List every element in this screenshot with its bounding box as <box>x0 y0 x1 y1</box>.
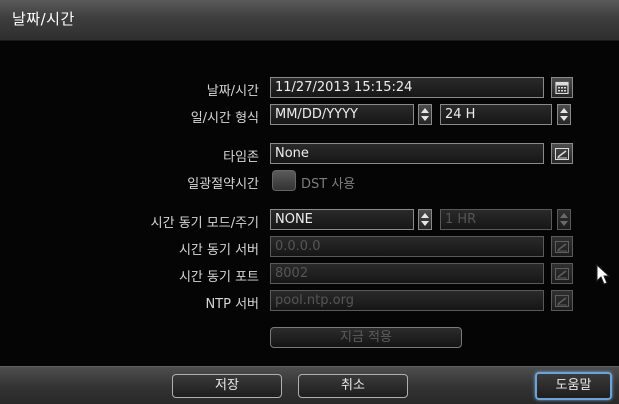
sync-server-label: 시간 동기 서버 <box>178 243 259 258</box>
sync-period-select[interactable]: 1 HR <box>440 209 552 230</box>
help-button[interactable]: 도움말 <box>535 372 612 400</box>
edit-icon <box>555 294 569 307</box>
datetime-dialog: 날짜/시간 날짜/시간 11/27/2013 15:15:24 일/시간 형식 … <box>0 0 619 404</box>
ntp-server-label: NTP 서버 <box>205 297 259 312</box>
dst-checkbox-label: DST 사용 <box>301 177 356 192</box>
timezone-edit-button[interactable] <box>551 143 573 164</box>
sync-period-spin[interactable] <box>557 209 571 230</box>
sync-server-field[interactable]: 0.0.0.0 <box>270 236 544 257</box>
sync-mode-label: 시간 동기 모드/주기 <box>150 216 259 231</box>
up-down-spin-icon <box>421 213 429 226</box>
sync-port-field[interactable]: 8002 <box>270 263 544 284</box>
save-button[interactable]: 저장 <box>172 374 282 398</box>
dialog-title: 날짜/시간 <box>12 10 75 28</box>
apply-now-button[interactable]: 지금 적용 <box>270 327 462 348</box>
cancel-button[interactable]: 취소 <box>298 374 408 398</box>
time-format-select[interactable]: 24 H <box>440 104 552 125</box>
format-label: 일/시간 형식 <box>190 111 259 126</box>
edit-icon <box>555 240 569 253</box>
up-down-spin-icon <box>421 108 429 121</box>
dst-checkbox[interactable] <box>272 170 296 191</box>
calendar-icon <box>555 81 569 94</box>
sync-mode-spin[interactable] <box>418 209 432 230</box>
dst-label: 일광절약시간 <box>187 177 259 192</box>
date-time-field[interactable]: 11/27/2013 15:15:24 <box>270 77 544 98</box>
ntp-server-edit-button[interactable] <box>551 290 573 311</box>
ntp-server-field[interactable]: pool.ntp.org <box>270 290 544 311</box>
up-down-spin-icon <box>560 108 568 121</box>
calendar-button[interactable] <box>551 77 573 98</box>
sync-port-label: 시간 동기 포트 <box>178 270 259 285</box>
time-format-spin[interactable] <box>557 104 571 125</box>
sync-mode-select[interactable]: NONE <box>270 209 414 230</box>
date-time-label: 날짜/시간 <box>206 84 259 99</box>
sync-server-edit-button[interactable] <box>551 236 573 257</box>
date-format-select[interactable]: MM/DD/YYYY <box>270 104 414 125</box>
mouse-pointer-icon <box>596 264 610 285</box>
up-down-spin-icon <box>560 213 568 226</box>
edit-icon <box>555 147 569 160</box>
date-format-spin[interactable] <box>418 104 432 125</box>
timezone-label: 타임존 <box>223 150 259 165</box>
footer-bar: 저장 취소 도움말 <box>0 366 619 404</box>
edit-icon <box>555 267 569 280</box>
timezone-field[interactable]: None <box>270 143 544 164</box>
title-bar: 날짜/시간 <box>0 0 619 41</box>
sync-port-edit-button[interactable] <box>551 263 573 284</box>
